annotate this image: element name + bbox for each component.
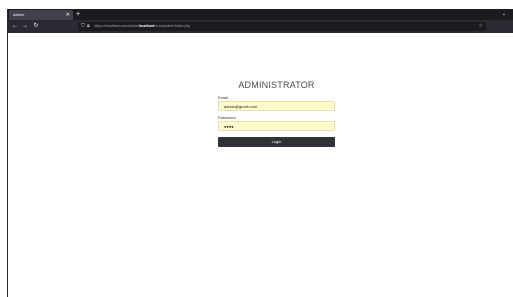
browser-window: Admin ✕ + ⌄ ← → ↻ ⛉ 🔒︎ https://cloudflar… [7,9,513,297]
url-prefix: https://cloudflare.com/admin/ [94,24,139,28]
reload-icon[interactable]: ↻ [32,22,40,31]
password-field[interactable] [218,121,335,131]
tab-active[interactable]: Admin ✕ [9,10,73,20]
login-form: ADMINISTRATOR Email Password Login [218,80,335,147]
new-tab-button[interactable]: + [76,10,80,19]
url-path: /ecom/admin/index.php [154,24,191,28]
tab-bar: Admin ✕ + ⌄ [8,9,513,20]
url-bar[interactable]: ⛉ 🔒︎ https://cloudflare.com/admin/localh… [78,22,486,31]
chevron-down-icon[interactable]: ⌄ [502,10,506,19]
forward-arrow-icon[interactable]: → [21,22,29,31]
shield-icon[interactable]: ⛉ [81,22,85,31]
email-field[interactable] [218,101,335,111]
back-arrow-icon[interactable]: ← [11,22,19,31]
url-text[interactable]: https://cloudflare.com/admin/localhost/e… [94,22,190,31]
lock-icon[interactable]: 🔒︎ [87,22,90,31]
page-content: ADMINISTRATOR Email Password Login [8,33,513,297]
url-host: localhost [138,24,155,28]
close-icon[interactable]: ✕ [66,11,70,19]
screenshot-frame: Admin ✕ + ⌄ ← → ↻ ⛉ 🔒︎ https://cloudflar… [0,0,513,297]
bookmark-star-icon[interactable]: ☆ [479,22,483,31]
password-label: Password [218,115,236,120]
email-label: Email [218,95,229,100]
tab-title: Admin [13,12,25,17]
page-title: ADMINISTRATOR [238,80,315,90]
login-button[interactable]: Login [218,137,335,147]
navigation-bar: ← → ↻ ⛉ 🔒︎ https://cloudflare.com/admin/… [8,20,513,33]
